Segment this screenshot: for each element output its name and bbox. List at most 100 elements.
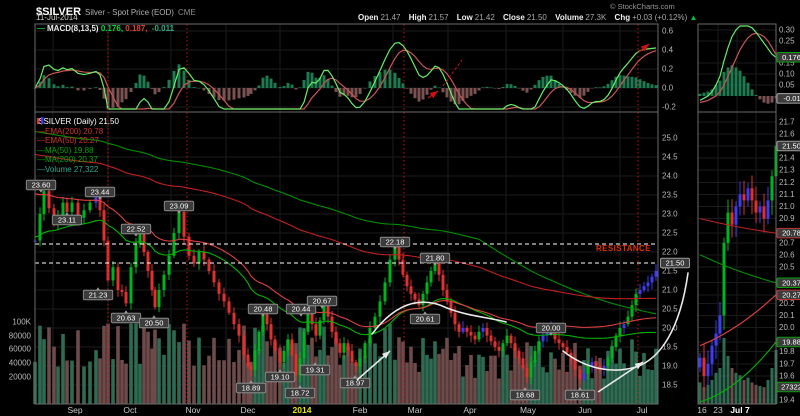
macd-histogram-bar [154,88,157,94]
mini-candle-body [763,207,766,219]
mini-macd-histogram-bar [767,96,770,104]
candle-body [454,313,457,324]
quote-bar: Open21.47 High21.57 Low21.42 Close21.50 … [352,14,697,22]
mini-axis-box-text: 20.27 [782,290,800,299]
x-axis-month-label: Mar [408,405,423,415]
candle-body [39,214,42,241]
volume-bar [102,326,106,404]
volume-bar [646,369,650,404]
macd-histogram-bar [178,64,181,88]
macd-histogram-bar [359,88,362,94]
candle-body [279,351,282,362]
macd-histogram-bar [486,87,489,88]
price-callout-text: 22.18 [386,238,405,247]
candle-body [243,336,246,355]
macd-value: 0.176, [101,24,123,33]
macd-histogram-bar [243,88,246,98]
volume-bar [461,377,465,404]
macd-histogram-bar [430,88,433,90]
volume-bar [187,340,191,404]
candle-body [359,358,362,366]
price-callout-text: 19.31 [306,366,325,375]
volume-bar [153,330,157,404]
axis-label: 0.25 [779,37,795,46]
macd-label: MACD(8,13,5) [47,24,99,33]
volume-bar [98,358,102,404]
volume-bar [501,350,505,404]
candle-body [168,256,171,275]
candle-body [542,336,545,342]
candle-body [274,339,277,350]
macd-histogram-bar [410,88,413,94]
macd-histogram-bar [303,80,306,88]
axis-label: 0.6 [662,27,674,36]
macd-histogram-bar [426,88,429,95]
candle-body [270,324,273,339]
macd-histogram-bar [299,87,302,88]
volume-bar [493,356,497,404]
chg-value: +0.03 (+0.12%) [632,13,687,22]
mini-macd-histogram-bar [751,89,754,96]
candle-body [213,271,216,282]
price-callout-text: 18.72 [291,389,310,398]
candle-body [498,347,501,351]
close-label: Close [503,13,525,22]
macd-histogram-bar [587,88,590,92]
volume-bar [397,337,401,404]
volume-bar [318,350,322,404]
candle-body [530,362,533,377]
macd-histogram-bar [151,88,154,89]
mini-candle-body [727,213,730,243]
axis-label: 40000 [9,359,32,368]
axis-label: -0.2 [662,103,676,112]
volume-bar [56,367,60,404]
candle-body [462,328,465,332]
axis-label: 20.2 [779,299,795,308]
axis-label: 0.4 [662,46,674,55]
macd-histogram-bar [62,85,65,88]
macd-histogram-bar [506,84,509,88]
volume-bar [477,355,481,404]
candle-body [233,313,236,324]
x-axis-month-label: Dec [240,405,256,415]
volume-bar [409,347,413,404]
mini-volume-bar [723,338,726,404]
axis-label: 21.2 [779,178,795,187]
axis-label: 0.10 [779,70,795,79]
candle-body [193,256,196,264]
volume-bar [505,355,509,404]
macd-histogram-bar [639,79,642,88]
volume-bar [433,341,437,404]
macd-histogram-bar [478,88,481,91]
volume-bar [52,347,56,404]
macd-histogram-bar [250,88,253,94]
mini-axis-box-text: 21.50 [782,142,800,151]
axis-label: 22.0 [662,248,678,257]
axis-label: 22.5 [662,229,678,238]
axis-label: 20.0 [662,324,678,333]
candle-body [343,343,346,353]
candle-body [247,355,250,366]
axis-label: 21.3 [779,166,795,175]
candle-body [283,351,286,362]
macd-histogram-bar [422,88,425,99]
macd-line-icon: — [37,24,45,33]
macd-histogram-bar [247,88,250,96]
candle-body [422,294,425,305]
volume-bar [167,324,171,404]
volume-bar [326,355,330,404]
open-value: 21.47 [380,13,400,22]
macd-histogram-bar [526,88,529,93]
candle-body [534,351,537,362]
axis-label: 0.05 [779,81,795,90]
volume-bar [207,356,211,404]
candle-body [154,290,157,307]
candle-body [369,328,372,343]
macd-histogram-bar [434,86,437,88]
macd-histogram-bar [490,87,493,88]
axis-label: 20.0 [779,323,795,332]
price-callout-text: 21.23 [89,291,108,300]
candle-body [130,267,133,303]
volume-bar [549,352,553,404]
candle-body [595,362,598,366]
